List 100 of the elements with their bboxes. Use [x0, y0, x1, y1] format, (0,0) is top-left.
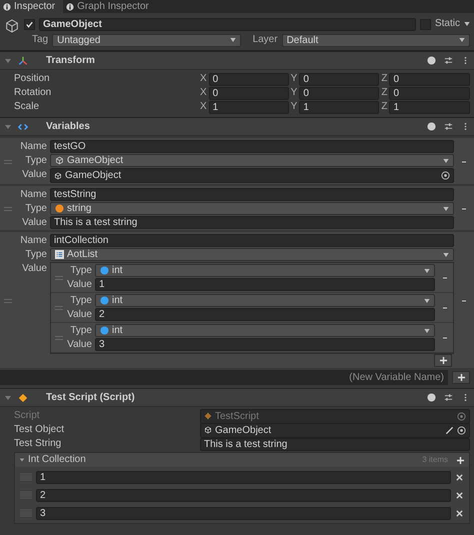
- info-icon: [3, 2, 11, 10]
- object-field[interactable]: GameObject: [50, 168, 454, 183]
- number-field[interactable]: 0: [299, 72, 380, 86]
- type-dropdown[interactable]: AotList: [50, 248, 454, 261]
- foldout-arrow[interactable]: [4, 56, 12, 64]
- text-field[interactable]: This is a test string: [200, 438, 470, 450]
- type-label: Type: [69, 264, 93, 277]
- drag-handle-icon[interactable]: [4, 298, 12, 302]
- field-label: Rotation: [14, 87, 52, 99]
- cube-icon: [55, 156, 64, 165]
- static-label[interactable]: Static: [434, 18, 460, 30]
- circle-icon: [100, 266, 109, 275]
- caret-icon: [443, 252, 449, 256]
- minus-icon: [443, 276, 447, 278]
- close-icon[interactable]: [456, 492, 463, 498]
- active-checkbox[interactable]: [24, 18, 35, 30]
- layer-dropdown[interactable]: Default: [282, 34, 470, 46]
- number-field[interactable]: 1: [95, 278, 435, 291]
- field-label: Test String: [14, 438, 62, 450]
- axis-label[interactable]: Z: [381, 87, 388, 99]
- foldout-arrow[interactable]: [4, 122, 12, 130]
- minus-icon: [462, 160, 466, 162]
- name-field[interactable]: GameObject: [39, 18, 416, 30]
- axis-label[interactable]: Y: [290, 87, 298, 99]
- number-field[interactable]: 2: [95, 308, 435, 321]
- foldout-arrow[interactable]: [19, 457, 25, 463]
- caret-icon: [424, 298, 430, 302]
- type-label: Type: [24, 154, 48, 167]
- number-field[interactable]: 1: [208, 100, 289, 114]
- settings-icon[interactable]: [444, 56, 453, 65]
- number-field[interactable]: 0: [389, 72, 470, 86]
- type-dropdown[interactable]: int: [95, 294, 435, 307]
- axis-label[interactable]: Z: [381, 73, 388, 85]
- script-label: Script: [14, 410, 41, 422]
- component-title: Test Script (Script): [46, 392, 136, 404]
- axis-label[interactable]: X: [200, 87, 207, 99]
- axis-label[interactable]: Y: [290, 101, 298, 113]
- value-label: Value: [21, 262, 48, 275]
- drag-handle-icon[interactable]: [4, 160, 12, 164]
- code-brackets-icon: [18, 122, 28, 132]
- object-field[interactable]: GameObject: [200, 422, 470, 438]
- info-icon: [66, 2, 74, 10]
- caret-icon: [230, 38, 236, 42]
- axis-label[interactable]: X: [200, 73, 207, 85]
- value-label: Value: [66, 308, 93, 321]
- settings-icon[interactable]: [444, 393, 453, 402]
- circle-icon: [100, 296, 109, 305]
- number-field[interactable]: 3: [95, 338, 435, 351]
- list-title[interactable]: Int Collection: [28, 454, 420, 466]
- number-field[interactable]: 1: [389, 100, 470, 114]
- add-button[interactable]: [434, 354, 452, 367]
- text-field[interactable]: This is a test string: [50, 216, 454, 229]
- type-dropdown[interactable]: int: [95, 324, 435, 337]
- inspector-tab[interactable]: Inspector: [0, 0, 64, 13]
- close-icon[interactable]: [456, 510, 463, 516]
- tag-dropdown[interactable]: Untagged: [52, 34, 241, 46]
- name-field[interactable]: intCollection: [50, 234, 454, 247]
- drag-handle-icon[interactable]: [4, 206, 12, 210]
- name-field[interactable]: testString: [50, 188, 454, 201]
- number-field[interactable]: 0: [208, 86, 289, 100]
- name-label: Name: [19, 234, 48, 247]
- axis-label[interactable]: Y: [290, 73, 298, 85]
- component-header[interactable]: Test Script (Script): [0, 388, 474, 407]
- number-field[interactable]: 1: [36, 470, 451, 484]
- script-icon: [204, 412, 212, 420]
- number-field[interactable]: 1: [299, 100, 380, 114]
- axis-label[interactable]: X: [200, 101, 207, 113]
- value-label: Value: [66, 338, 93, 351]
- type-dropdown[interactable]: GameObject: [50, 154, 454, 167]
- minus-icon: [462, 300, 466, 302]
- name-field[interactable]: testGO: [50, 140, 454, 153]
- component-header[interactable]: Variables: [0, 117, 474, 136]
- cube-icon: [204, 426, 212, 434]
- caret-icon: [424, 268, 430, 272]
- foldout-arrow[interactable]: [4, 394, 12, 402]
- settings-icon[interactable]: [444, 122, 453, 131]
- name-label: Name: [19, 188, 48, 201]
- plus-icon: [458, 374, 464, 381]
- close-icon[interactable]: [456, 474, 463, 480]
- minus-icon: [462, 208, 466, 210]
- add-button[interactable]: [452, 371, 470, 384]
- type-dropdown[interactable]: int: [95, 264, 435, 277]
- circle-icon: [55, 204, 64, 213]
- number-field[interactable]: 2: [36, 488, 451, 502]
- cube-icon[interactable]: [4, 18, 20, 34]
- caret-icon[interactable]: [464, 22, 470, 26]
- number-field[interactable]: 0: [208, 72, 289, 86]
- field-label: Position: [14, 73, 51, 85]
- number-field[interactable]: 3: [36, 506, 451, 520]
- number-field[interactable]: 0: [299, 86, 380, 100]
- axis-label[interactable]: Z: [381, 101, 388, 113]
- type-dropdown[interactable]: string: [50, 202, 454, 215]
- minus-icon: [443, 336, 447, 338]
- pencil-icon[interactable]: [445, 426, 454, 434]
- component-header[interactable]: Transform: [0, 51, 474, 70]
- layer-label: Layer: [252, 34, 278, 46]
- number-field[interactable]: 0: [389, 86, 470, 100]
- caret-icon: [443, 206, 449, 210]
- object-picker-icon[interactable]: [441, 171, 450, 180]
- new-variable-field[interactable]: (New Variable Name): [0, 370, 448, 385]
